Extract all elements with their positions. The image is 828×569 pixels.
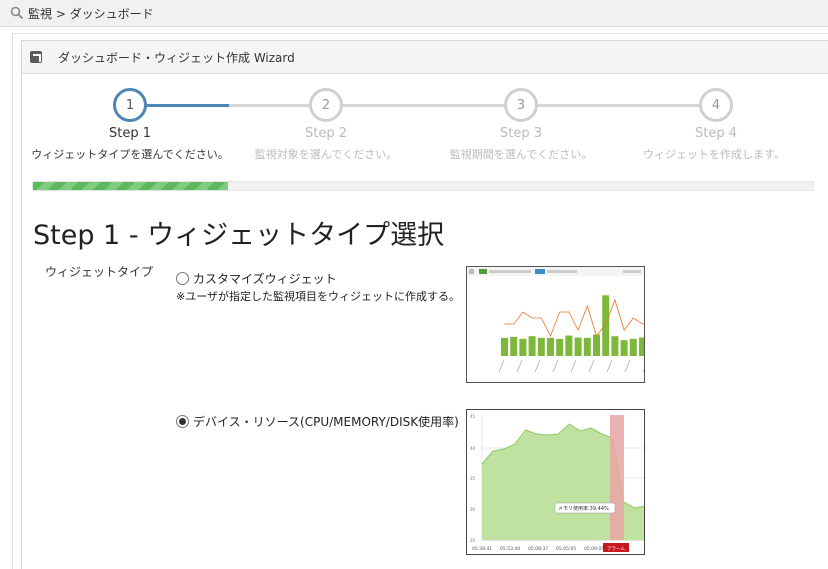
breadcrumb: 監視 > ダッシュボード xyxy=(0,0,828,27)
device-x-label: 05:09:05 xyxy=(584,546,604,552)
step-connector-1b xyxy=(229,104,310,107)
preview-tick xyxy=(606,359,613,373)
step-3-title: Step 3 xyxy=(499,126,542,141)
preview-tick xyxy=(516,359,523,373)
step-1-number: 1 xyxy=(125,97,135,113)
step-4-number: 4 xyxy=(711,97,721,113)
custom-widget-preview-image xyxy=(467,267,644,373)
preview-bar xyxy=(620,340,628,356)
widget-type-label: ウィジェットタイプ xyxy=(45,265,154,279)
preview-bar xyxy=(537,337,545,356)
preview-bar xyxy=(574,337,582,356)
step-3-circle[interactable]: 3 xyxy=(504,88,538,122)
preview-bar xyxy=(611,336,619,356)
alert-tag: アラーム xyxy=(607,546,625,552)
preview-bar xyxy=(565,335,573,356)
preview-bar xyxy=(639,337,644,356)
preview-bar xyxy=(528,336,536,356)
device-x-label: 05:05:05 xyxy=(556,546,576,552)
panel-header: ダッシュボード・ウィジェット作成 Wizard xyxy=(22,41,828,74)
svg-text:40: 40 xyxy=(470,446,476,451)
preview-bar xyxy=(556,338,564,356)
step-2-number: 2 xyxy=(321,97,331,113)
page-heading: Step 1 - ウィジェットタイプ選択 xyxy=(33,220,445,251)
step-1-title: Step 1 xyxy=(108,126,151,141)
option-custom-widget[interactable]: カスタマイズウィジェット xyxy=(176,270,337,287)
custom-widget-preview[interactable] xyxy=(466,266,645,383)
step-4-title: Step 4 xyxy=(694,126,737,141)
device-x-label: 05:38:41 xyxy=(472,546,492,552)
preview-bar xyxy=(593,334,600,356)
step-connector-3 xyxy=(537,104,700,107)
step-1-circle[interactable]: 1 xyxy=(113,88,147,122)
step-connector-2 xyxy=(342,104,505,107)
svg-text:30: 30 xyxy=(470,507,476,512)
step-2-desc: 監視対象を選んでください。 xyxy=(254,148,398,161)
preview-bar xyxy=(501,337,508,356)
preview-bar xyxy=(583,337,591,356)
step-4-circle[interactable]: 4 xyxy=(699,88,733,122)
preview-tick xyxy=(642,368,644,373)
preview-tick xyxy=(552,359,559,373)
svg-text:25: 25 xyxy=(470,538,476,543)
breadcrumb-text[interactable]: 監視 > ダッシュボード xyxy=(28,5,154,22)
svg-text:35: 35 xyxy=(470,476,476,481)
svg-text:45: 45 xyxy=(470,414,476,419)
preview-tick xyxy=(588,359,595,373)
option-device-resource[interactable]: デバイス・リソース(CPU/MEMORY/DISK使用率) xyxy=(176,413,459,430)
wizard-progress-bar xyxy=(32,181,814,191)
device-x-label: 05:08:37 xyxy=(528,546,548,552)
wizard-progress-fill xyxy=(33,182,228,190)
device-resource-radio[interactable] xyxy=(176,415,189,428)
preview-bar xyxy=(519,338,527,356)
step-3-number: 3 xyxy=(516,97,526,113)
device-tooltip: メモリ使用率:39.44% xyxy=(558,505,609,512)
preview-tick xyxy=(624,359,631,373)
search-icon xyxy=(10,6,24,20)
step-2-title: Step 2 xyxy=(304,126,347,141)
preview-tick xyxy=(498,359,505,373)
preview-tick xyxy=(570,359,577,373)
custom-widget-label: カスタマイズウィジェット xyxy=(193,272,337,286)
custom-widget-radio[interactable] xyxy=(176,272,189,285)
external-link-icon xyxy=(30,51,42,63)
panel-title: ダッシュボード・ウィジェット作成 Wizard xyxy=(58,50,295,65)
device-x-label: 05:53:40 xyxy=(500,546,520,552)
step-1-desc: ウィジェットタイプを選んでください。 xyxy=(31,148,229,161)
device-resource-label: デバイス・リソース(CPU/MEMORY/DISK使用率) xyxy=(193,415,459,429)
device-resource-preview-image: 45 40 35 30 25 メモリ使用率:39.44% 05:38:41 05:… xyxy=(467,410,644,554)
step-3-desc: 監視期間を選んでください。 xyxy=(449,148,593,161)
custom-widget-note: ※ユーザが指定した監視項目をウィジェットに作成する。 xyxy=(176,290,460,303)
preview-tick xyxy=(534,359,541,373)
step-4-desc: ウィジェットを作成します。 xyxy=(643,148,785,161)
preview-bar xyxy=(629,338,637,356)
preview-bar xyxy=(510,336,518,356)
preview-bar xyxy=(602,295,610,356)
step-connector-1 xyxy=(146,104,229,107)
device-resource-preview[interactable]: 45 40 35 30 25 メモリ使用率:39.44% 05:38:41 05:… xyxy=(466,409,645,555)
step-2-circle[interactable]: 2 xyxy=(309,88,343,122)
preview-bar xyxy=(547,337,554,356)
